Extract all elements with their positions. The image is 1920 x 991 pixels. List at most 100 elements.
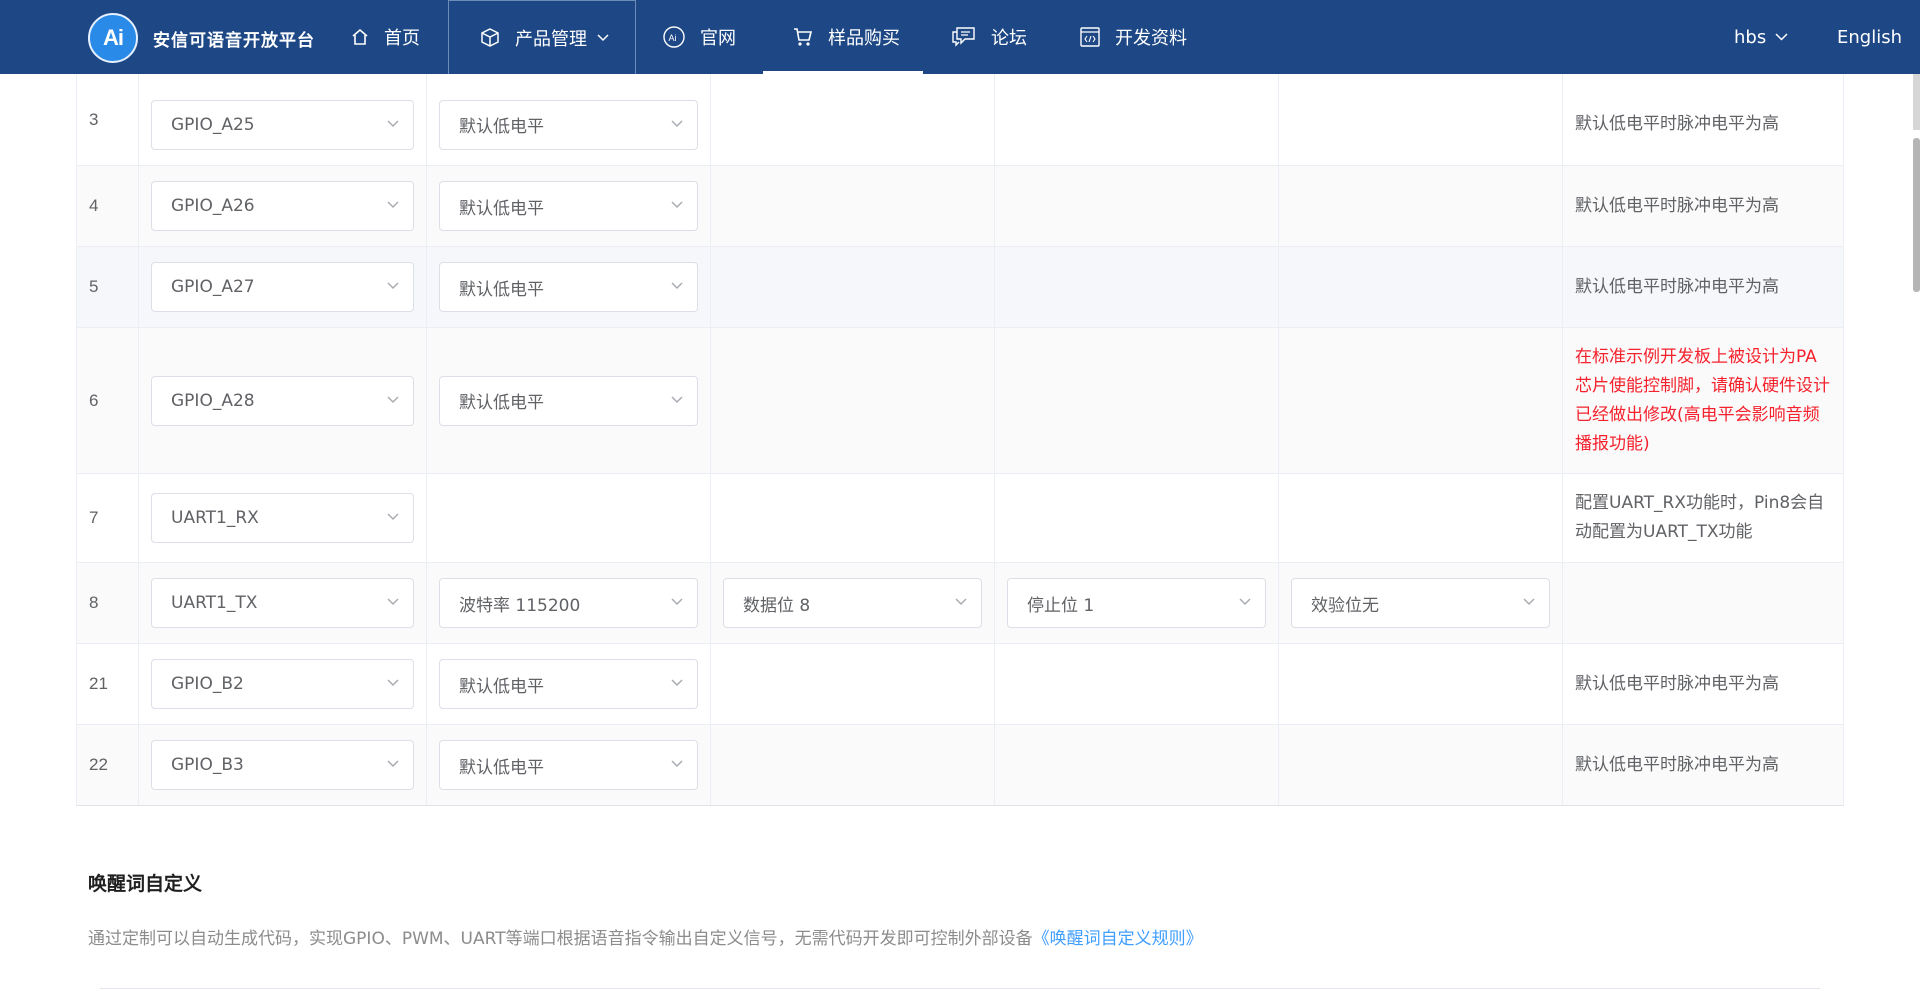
level-select[interactable]: 默认低电平 — [439, 99, 698, 150]
nav-forum-label: 论坛 — [991, 28, 1027, 49]
data-bits-value: 数据位 8 — [743, 595, 811, 616]
function-select-value: UART1_RX — [171, 508, 259, 528]
chevron-down-icon — [955, 598, 967, 606]
brand-name[interactable]: 安信可语音开放平台 — [153, 26, 315, 51]
top-nav-bar: Ai 安信可语音开放平台 首页 产品管理 Ai 官网 样品购买 论坛 开发资料 … — [0, 0, 1920, 74]
empty-cell — [995, 725, 1279, 805]
user-menu[interactable]: hbs — [1734, 0, 1788, 74]
level-select-value: 默认低电平 — [459, 279, 544, 300]
function-select-value: GPIO_A27 — [171, 277, 255, 297]
nav-product-management[interactable]: 产品管理 — [448, 0, 636, 74]
stop-bits-cell: 停止位 1 — [995, 563, 1279, 643]
empty-cell — [995, 328, 1279, 473]
function-cell: GPIO_A25 — [139, 74, 427, 165]
table-row: 6 GPIO_A28 默认低电平 在标准示例开发板上被设计为PA芯片使能控制脚，… — [77, 327, 1843, 473]
home-icon — [352, 28, 368, 45]
empty-cell — [995, 644, 1279, 724]
table-row: 3 GPIO_A25 默认低电平 默认低电平时脉冲电平为高 — [77, 74, 1843, 165]
level-select[interactable]: 默认低电平 — [439, 262, 698, 312]
level-select[interactable]: 默认低电平 — [439, 181, 698, 231]
parity-cell: 效验位无 — [1279, 563, 1563, 643]
cart-icon — [794, 28, 813, 46]
function-select[interactable]: GPIO_A27 — [151, 262, 414, 312]
chevron-down-icon — [387, 201, 399, 209]
level-select-value: 默认低电平 — [459, 117, 544, 137]
stop-bits-select[interactable]: 停止位 1 — [1007, 578, 1266, 628]
empty-cell — [995, 247, 1279, 327]
logo-text: Ai — [103, 25, 124, 50]
nav-forum[interactable]: 论坛 — [951, 0, 1027, 74]
table-row: 21 GPIO_B2 默认低电平 默认低电平时脉冲电平为高 — [77, 643, 1843, 724]
nav-home-label: 首页 — [384, 28, 420, 49]
empty-cell — [711, 474, 995, 562]
chevron-down-icon — [671, 598, 683, 606]
language-switch[interactable]: English — [1837, 0, 1902, 74]
scrollbar-track[interactable] — [1913, 74, 1920, 130]
level-select[interactable]: 默认低电平 — [439, 375, 698, 426]
function-cell: GPIO_B3 — [139, 725, 427, 805]
function-select-value: GPIO_A28 — [171, 390, 255, 411]
function-select[interactable]: GPIO_B3 — [151, 740, 414, 790]
table-row: 8 UART1_TX 波特率 115200 数据位 8 停止位 1 效验位无 — [77, 562, 1843, 643]
empty-cell — [1279, 328, 1563, 473]
note-cell: 默认低电平时脉冲电平为高 — [1575, 276, 1779, 297]
parity-select[interactable]: 效验位无 — [1291, 578, 1550, 628]
function-select[interactable]: GPIO_A26 — [151, 181, 414, 231]
function-select[interactable]: UART1_RX — [151, 493, 414, 543]
section-title: 唤醒词自定义 — [88, 873, 203, 895]
nav-home[interactable]: 首页 — [350, 0, 420, 74]
empty-cell — [1279, 644, 1563, 724]
level-select[interactable]: 默认低电平 — [439, 659, 698, 709]
empty-cell — [711, 74, 995, 165]
nav-official-site[interactable]: Ai 官网 — [662, 0, 736, 74]
user-name: hbs — [1734, 26, 1767, 48]
empty-cell — [711, 247, 995, 327]
function-select[interactable]: GPIO_A28 — [151, 375, 414, 426]
level-select[interactable]: 默认低电平 — [439, 740, 698, 790]
divider — [100, 988, 1820, 989]
pin-number: 7 — [77, 474, 139, 562]
svg-text:Ai: Ai — [669, 33, 677, 43]
pin-number: 3 — [77, 74, 139, 165]
function-select[interactable]: GPIO_A25 — [151, 99, 414, 150]
data-bits-select[interactable]: 数据位 8 — [723, 578, 982, 628]
empty-cell — [711, 725, 995, 805]
function-select-value: UART1_TX — [171, 593, 258, 613]
chevron-down-icon — [387, 282, 399, 290]
function-select-value: GPIO_B2 — [171, 674, 244, 694]
chevron-down-icon — [671, 282, 683, 290]
level-select-value: 默认低电平 — [459, 393, 544, 413]
chevron-down-icon — [671, 395, 683, 403]
chevron-down-icon — [671, 760, 683, 768]
chevron-down-icon — [597, 33, 609, 41]
logo[interactable]: Ai — [88, 13, 138, 63]
empty-cell — [427, 474, 711, 562]
data-bits-cell: 数据位 8 — [711, 563, 995, 643]
function-select-value: GPIO_A26 — [171, 196, 255, 216]
note-cell: 默认低电平时脉冲电平为高 — [1575, 195, 1779, 216]
empty-cell — [711, 328, 995, 473]
pin-number: 22 — [77, 725, 139, 805]
baud-cell: 波特率 115200 — [427, 563, 711, 643]
baud-rate-select[interactable]: 波特率 115200 — [439, 578, 698, 628]
table-row: 5 GPIO_A27 默认低电平 默认低电平时脉冲电平为高 — [77, 246, 1843, 327]
function-select[interactable]: UART1_TX — [151, 578, 414, 628]
scrollbar-thumb[interactable] — [1913, 138, 1920, 292]
nav-dev-docs[interactable]: 开发资料 — [1079, 0, 1187, 74]
section-description-text: 通过定制可以自动生成代码，实现GPIO、PWM、UART等端口根据语音指令输出自… — [88, 929, 1033, 949]
empty-cell — [711, 644, 995, 724]
empty-cell — [1279, 166, 1563, 246]
chevron-down-icon — [1775, 33, 1788, 41]
function-select[interactable]: GPIO_B2 — [151, 659, 414, 709]
level-select-value: 默认低电平 — [459, 757, 544, 778]
table-row: 22 GPIO_B3 默认低电平 默认低电平时脉冲电平为高 — [77, 724, 1843, 805]
table-row: 4 GPIO_A26 默认低电平 默认低电平时脉冲电平为高 — [77, 165, 1843, 246]
wake-word-rules-link[interactable]: 《唤醒词自定义规则》 — [1033, 929, 1203, 949]
function-cell: GPIO_B2 — [139, 644, 427, 724]
pin-number: 5 — [77, 247, 139, 327]
pin-number: 6 — [77, 328, 139, 473]
function-select-value: GPIO_B3 — [171, 755, 244, 775]
nav-sample-purchase[interactable]: 样品购买 — [792, 0, 900, 74]
empty-cell — [1279, 247, 1563, 327]
cube-icon — [481, 27, 499, 47]
